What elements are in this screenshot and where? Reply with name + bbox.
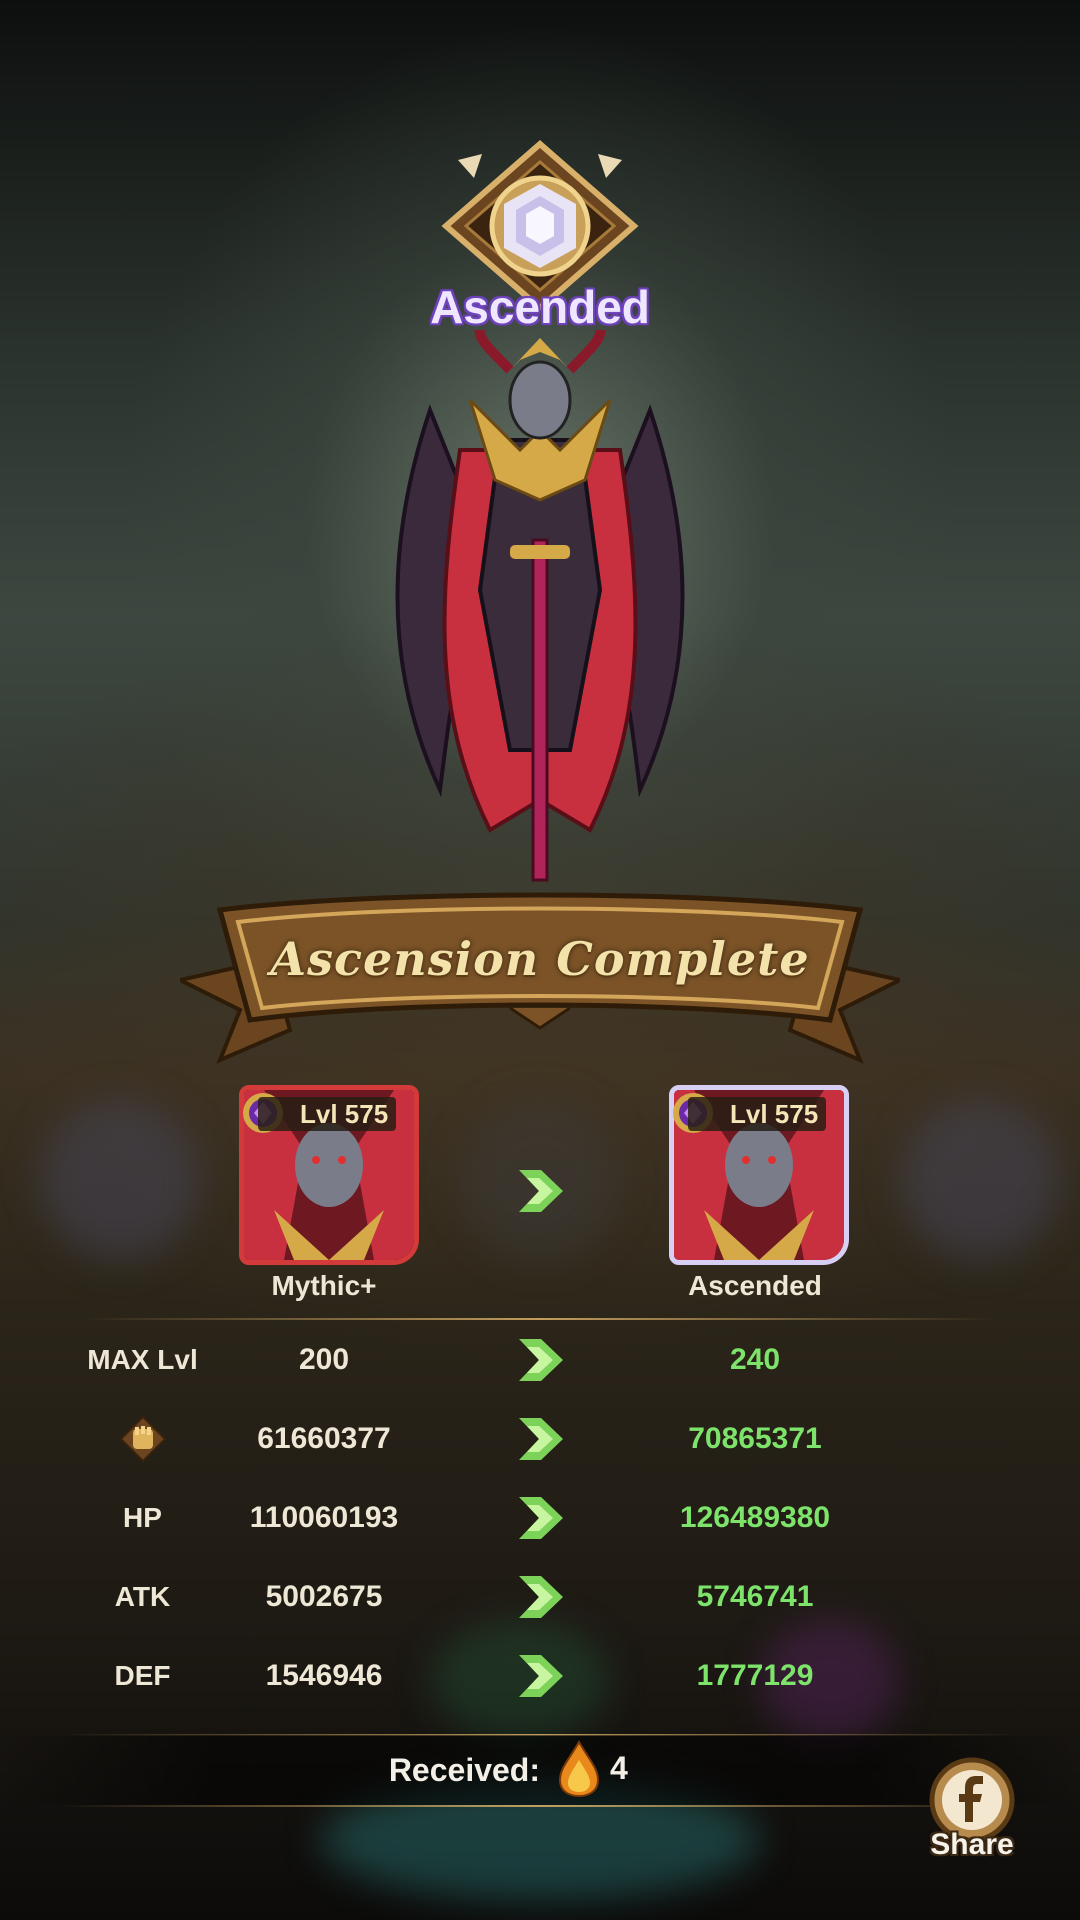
stat-label: ATK xyxy=(114,1581,171,1612)
hero-character-art xyxy=(395,330,685,882)
stat-label: DEF xyxy=(114,1660,171,1691)
stat-row-max-lvl: MAX Lvl 200 240 xyxy=(0,1330,1080,1390)
arrow-right-icon xyxy=(519,1576,563,1618)
tier-label-before: Mythic+ xyxy=(271,1270,377,1301)
ascended-badge-title: Ascended xyxy=(430,281,650,333)
stat-new-value: 5746741 xyxy=(696,1580,814,1613)
stat-new-value: 1777129 xyxy=(696,1659,814,1692)
flame-drop-icon xyxy=(558,1740,600,1798)
level-tag-after: Lvl 575 xyxy=(688,1097,827,1131)
divider-top xyxy=(80,1318,1000,1320)
stat-label: MAX Lvl xyxy=(87,1344,198,1375)
share-label[interactable]: Share xyxy=(910,1828,1034,1862)
arrow-right-icon xyxy=(519,1418,563,1460)
stat-old-value: 110060193 xyxy=(249,1501,399,1534)
stat-row-atk: ATK 5002675 5746741 xyxy=(0,1567,1080,1627)
stat-row-power: 61660377 70865371 xyxy=(0,1409,1080,1469)
received-bar xyxy=(0,1735,1080,1805)
stat-old-value: 200 xyxy=(298,1343,350,1376)
level-tag-before: Lvl 575 xyxy=(258,1097,397,1131)
received-count: 4 xyxy=(610,1750,628,1786)
game-screen: Ascended Ascension Complete Lvl 575 Lvl … xyxy=(0,0,1080,1920)
stat-label: HP xyxy=(123,1502,162,1533)
received-label: Received: xyxy=(388,1752,540,1788)
arrow-right-icon xyxy=(519,1655,563,1697)
bg-blur-right xyxy=(900,1100,1060,1260)
bg-blur-left xyxy=(40,1100,200,1260)
arrow-right-icon xyxy=(519,1497,563,1539)
stat-new-value: 240 xyxy=(729,1343,781,1376)
stat-old-value: 5002675 xyxy=(265,1580,383,1613)
stat-row-hp: HP 110060193 126489380 xyxy=(0,1488,1080,1548)
ascension-complete-title: Ascension Complete xyxy=(270,932,810,986)
stat-row-def: DEF 1546946 1777129 xyxy=(0,1646,1080,1706)
arrow-right-icon xyxy=(519,1339,563,1381)
tier-label-after: Ascended xyxy=(688,1270,822,1301)
stat-old-value: 1546946 xyxy=(265,1659,383,1692)
stat-new-value: 70865371 xyxy=(688,1422,822,1455)
power-fist-icon xyxy=(119,1415,167,1463)
stat-new-value: 126489380 xyxy=(679,1501,831,1534)
stat-old-value: 61660377 xyxy=(257,1422,391,1455)
divider-received-bottom xyxy=(60,1805,1020,1807)
arrow-right-icon xyxy=(519,1170,563,1212)
